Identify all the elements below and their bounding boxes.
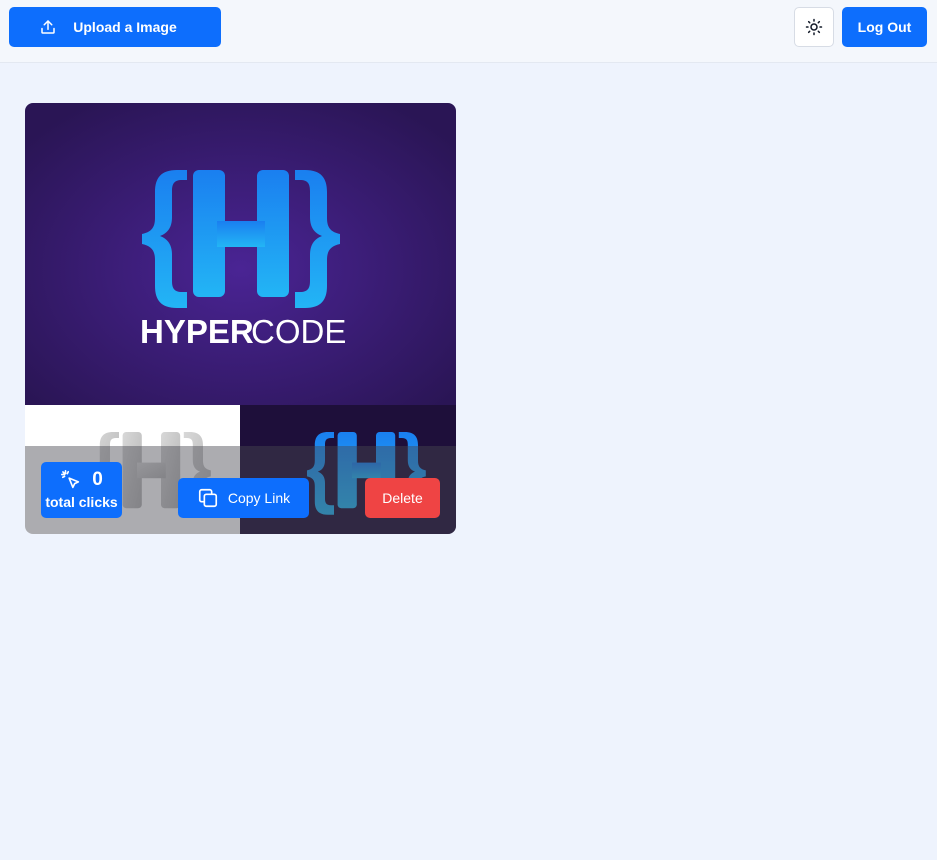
logout-label: Log Out: [857, 19, 912, 35]
logo-brand-bold: HYPER: [140, 313, 254, 350]
sun-icon: [805, 18, 823, 36]
delete-label: Delete: [382, 490, 423, 506]
image-card: HYPER CODE 0 total clicks Copy Link Dele…: [25, 103, 456, 534]
click-count-value: 0: [92, 469, 103, 490]
delete-button[interactable]: Delete: [365, 478, 440, 518]
upload-image-button[interactable]: Upload a Image: [9, 7, 221, 47]
click-count-label: total clicks: [45, 494, 118, 510]
click-count-badge: 0 total clicks: [41, 462, 122, 518]
upload-icon: [39, 18, 57, 36]
logout-button[interactable]: Log Out: [842, 7, 927, 47]
logo-brand-light: CODE: [251, 313, 346, 350]
theme-toggle-button[interactable]: [794, 7, 834, 47]
cursor-click-icon: [60, 469, 82, 491]
copy-icon: [197, 487, 219, 509]
upload-image-label: Upload a Image: [73, 19, 177, 35]
copy-link-label: Copy Link: [227, 490, 291, 506]
top-bar: Upload a Image Log Out: [0, 0, 937, 63]
copy-link-button[interactable]: Copy Link: [178, 478, 309, 518]
